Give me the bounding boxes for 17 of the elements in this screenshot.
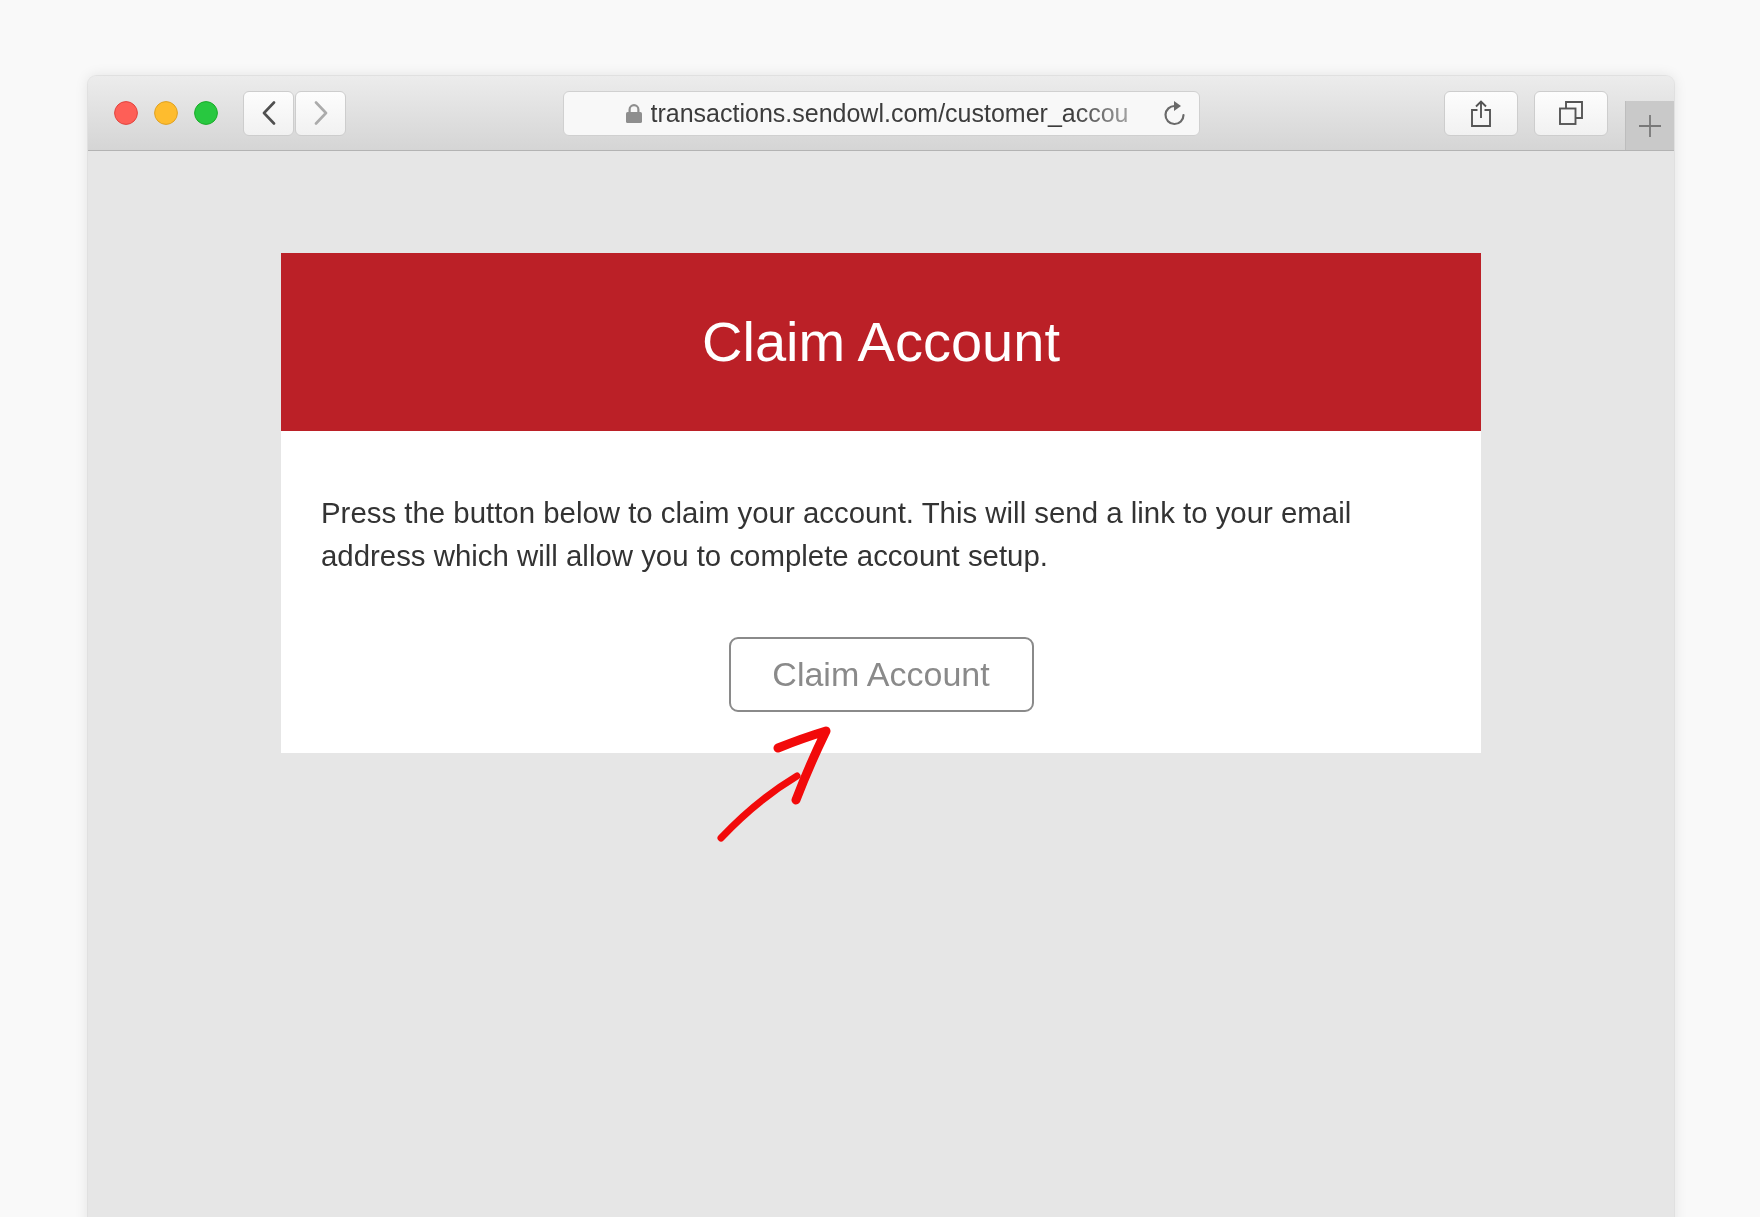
tabs-icon: [1559, 101, 1583, 125]
instruction-text: Press the button below to claim your account. This will send a link to your email address which will allow you to complete account setup.: [321, 495, 1353, 574]
reload-icon[interactable]: [1162, 100, 1187, 126]
url-text: transactions.sendowl.com/customer_accou: [650, 98, 1129, 128]
share-icon: [1471, 99, 1491, 127]
chevron-left-icon: [261, 101, 276, 125]
fullscreen-icon[interactable]: [194, 101, 218, 125]
card-title: Claim Account: [702, 309, 1060, 376]
minimize-icon[interactable]: [154, 101, 178, 125]
new-tab-button[interactable]: [1625, 101, 1674, 150]
back-button[interactable]: [243, 90, 294, 136]
share-button[interactable]: [1444, 90, 1518, 136]
address-bar[interactable]: transactions.sendowl.com/customer_accou: [562, 90, 1200, 136]
tabs-button[interactable]: [1534, 90, 1608, 136]
close-icon[interactable]: [114, 101, 138, 125]
plus-icon: [1639, 114, 1661, 137]
chevron-right-icon: [313, 101, 328, 125]
